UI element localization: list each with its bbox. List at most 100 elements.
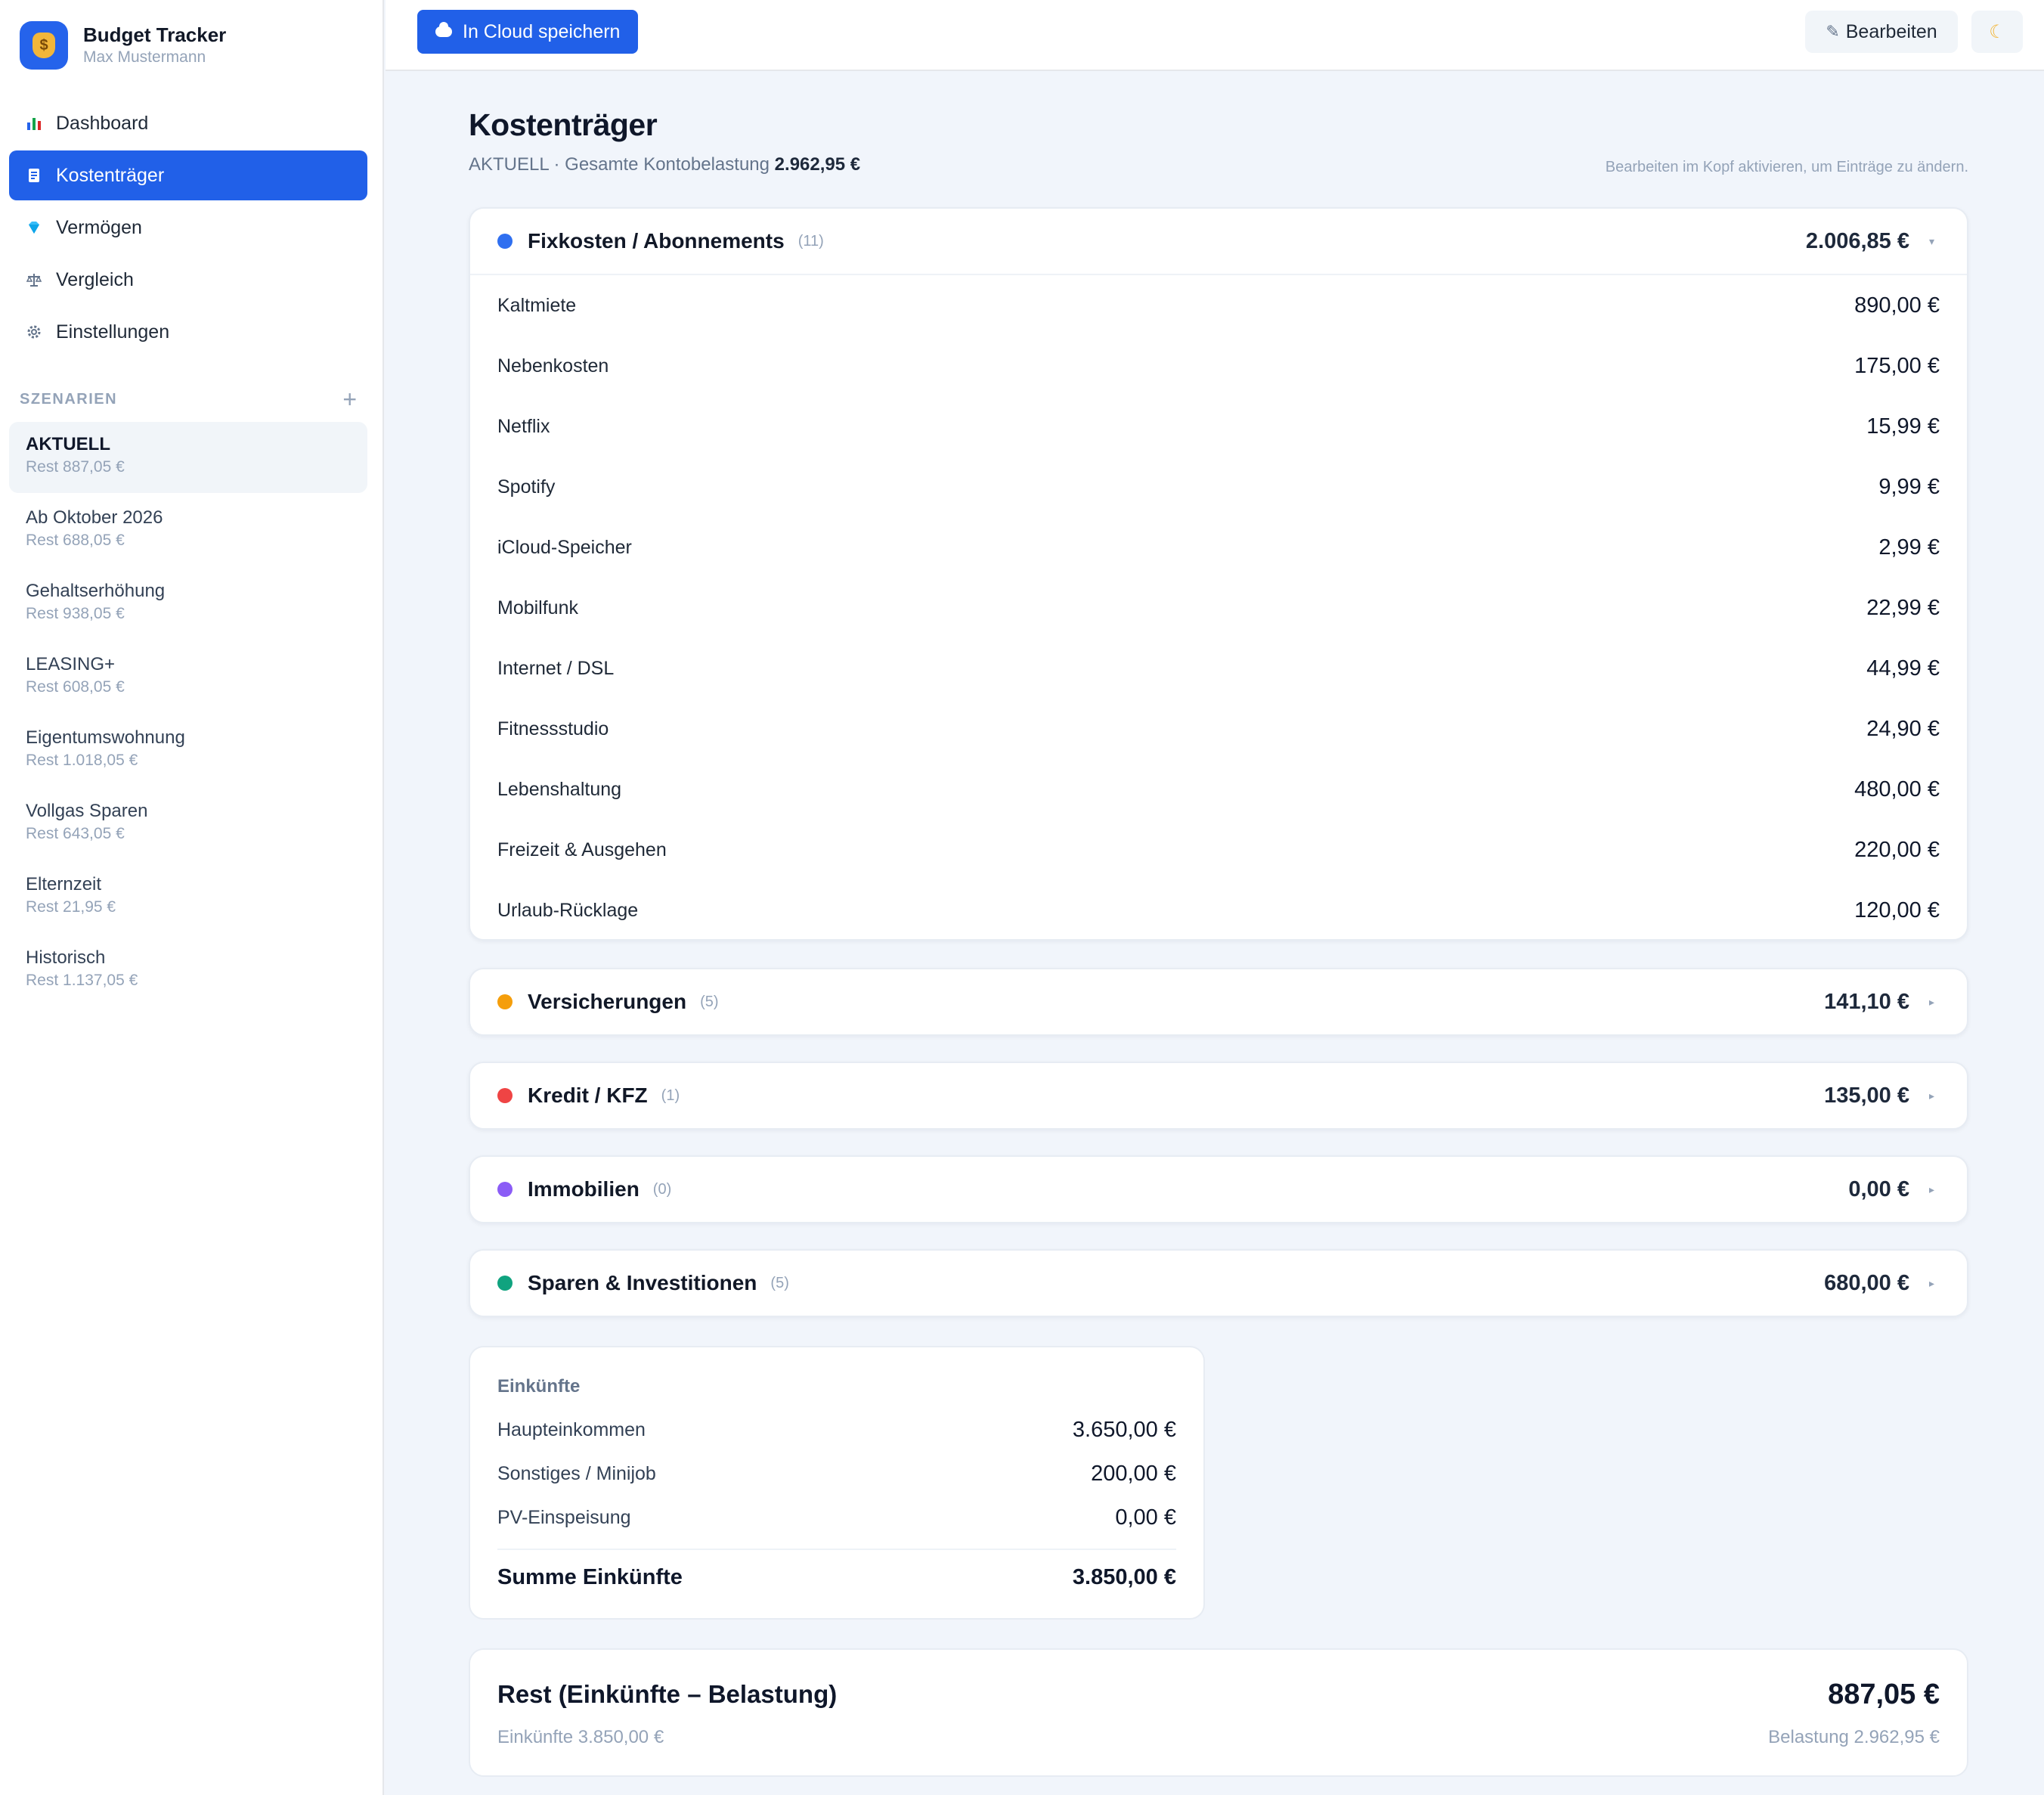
category-name: Sparen & Investitionen <box>528 1271 757 1294</box>
cost-label: Internet / DSL <box>497 657 615 679</box>
nav-label: Einstellungen <box>56 321 170 343</box>
scenario-item[interactable]: Ab Oktober 2026 Rest 688,05 € <box>9 495 367 566</box>
category-color-dot <box>497 1182 513 1197</box>
edit-hint: Bearbeiten im Kopf aktivieren, um Einträ… <box>1605 159 1968 175</box>
category-count: (1) <box>661 1087 680 1104</box>
brand: $ Budget Tracker Max Mustermann <box>20 21 226 70</box>
cost-label: Freizeit & Ausgehen <box>497 839 667 860</box>
save-to-cloud-label: In Cloud speichern <box>463 20 621 42</box>
scenario-rest: Rest 688,05 € <box>26 532 125 549</box>
moon-icon: ☾ <box>1989 21 2005 42</box>
theme-toggle-button[interactable]: ☾ <box>1971 11 2023 53</box>
cost-row: Kaltmiete 890,00 € <box>470 275 1967 336</box>
category-color-dot <box>497 994 513 1009</box>
main-nav: Dashboard Kostenträger Vermögen Vergleic… <box>9 98 367 359</box>
chevron-right-icon[interactable]: ▸ <box>1929 1090 1938 1102</box>
income-value: 200,00 € <box>1091 1461 1176 1486</box>
scenario-rest: Rest 21,95 € <box>26 898 116 916</box>
income-sum-row: Summe Einkünfte 3.850,00 € <box>497 1550 1176 1604</box>
rest-burden: Belastung 2.962,95 € <box>1768 1727 1940 1747</box>
scenario-item[interactable]: Historisch Rest 1.137,05 € <box>9 935 367 1006</box>
category-name: Versicherungen <box>528 990 687 1013</box>
scenario-name: Vollgas Sparen <box>26 801 148 821</box>
income-card: Einkünfte Haupteinkommen 3.650,00 € Sons… <box>469 1346 1205 1620</box>
cost-label: Kaltmiete <box>497 294 577 316</box>
cost-label: Spotify <box>497 476 556 498</box>
income-label: PV-Einspeisung <box>497 1506 631 1528</box>
chevron-right-icon[interactable]: ▸ <box>1929 1277 1938 1290</box>
chevron-down-icon[interactable]: ▾ <box>1929 235 1938 248</box>
pencil-icon: ✎ <box>1826 22 1840 41</box>
income-label: Sonstiges / Minijob <box>497 1462 656 1484</box>
scenario-rest: Rest 1.137,05 € <box>26 972 138 989</box>
cloud-icon <box>435 22 452 37</box>
nav-item-kostentraeger[interactable]: Kostenträger <box>9 150 367 200</box>
category-header[interactable]: Fixkosten / Abonnements (11) 2.006,85 € … <box>470 209 1967 274</box>
money-bag-icon: $ <box>20 21 68 70</box>
scenario-rest: Rest 608,05 € <box>26 678 125 696</box>
scenario-item[interactable]: LEASING+ Rest 608,05 € <box>9 642 367 713</box>
nav-item-vergleich[interactable]: Vergleich <box>9 255 367 305</box>
income-row: Sonstiges / Minijob 200,00 € <box>497 1452 1176 1496</box>
page-subtitle: AKTUELL · Gesamte Kontobelastung 2.962,9… <box>469 154 860 175</box>
category-color-dot <box>497 234 513 249</box>
category-header[interactable]: Sparen & Investitionen (5) 680,00 € ▸ <box>470 1251 1967 1316</box>
nav-item-dashboard[interactable]: Dashboard <box>9 98 367 148</box>
rest-income: Einkünfte 3.850,00 € <box>497 1727 664 1747</box>
rest-value: 887,05 € <box>1828 1679 1940 1710</box>
category-header[interactable]: Versicherungen (5) 141,10 € ▸ <box>470 969 1967 1034</box>
cost-row: Fitnessstudio 24,90 € <box>470 699 1967 759</box>
cost-value: 24,90 € <box>1866 716 1940 741</box>
cost-row: Lebenshaltung 480,00 € <box>470 759 1967 820</box>
category-sum: 680,00 € <box>1824 1270 1909 1295</box>
cost-row: Urlaub-Rücklage 120,00 € <box>470 880 1967 941</box>
scenario-name: LEASING+ <box>26 654 116 674</box>
category-count: (0) <box>652 1180 672 1198</box>
cost-label: Mobilfunk <box>497 597 578 618</box>
chevron-right-icon[interactable]: ▸ <box>1929 1183 1938 1196</box>
scenario-name: Eigentumswohnung <box>26 727 185 748</box>
save-to-cloud-button[interactable]: In Cloud speichern <box>417 10 639 54</box>
category-count: (5) <box>770 1274 789 1291</box>
scenario-rest: Rest 938,05 € <box>26 605 125 622</box>
category-sum: 2.006,85 € <box>1805 228 1909 253</box>
income-row: PV-Einspeisung 0,00 € <box>497 1496 1176 1539</box>
scenario-rest: Rest 1.018,05 € <box>26 752 138 769</box>
cost-row: Internet / DSL 44,99 € <box>470 638 1967 699</box>
scenario-item[interactable]: Elternzeit Rest 21,95 € <box>9 862 367 933</box>
cost-row: Freizeit & Ausgehen 220,00 € <box>470 820 1967 880</box>
scenario-name: Historisch <box>26 947 106 968</box>
add-scenario-button[interactable]: + <box>342 387 357 411</box>
edit-button[interactable]: ✎ Bearbeiten <box>1805 11 1958 53</box>
cost-row: Mobilfunk 22,99 € <box>470 578 1967 638</box>
category-color-dot <box>497 1088 513 1103</box>
income-value: 3.650,00 € <box>1072 1417 1176 1442</box>
cost-label: Nebenkosten <box>497 355 609 377</box>
cost-row: iCloud-Speicher 2,99 € <box>470 517 1967 578</box>
chevron-right-icon[interactable]: ▸ <box>1929 996 1938 1009</box>
cost-value: 15,99 € <box>1866 414 1940 439</box>
category-header[interactable]: Immobilien (0) 0,00 € ▸ <box>470 1157 1967 1222</box>
nav-item-einstellungen[interactable]: Einstellungen <box>9 307 367 357</box>
cost-value: 2,99 € <box>1878 535 1940 560</box>
total-burden: 2.962,95 € <box>774 154 861 175</box>
income-title: Einkünfte <box>497 1376 581 1397</box>
category-card-versicherungen: Versicherungen (5) 141,10 € ▸ <box>469 968 1968 1036</box>
scenario-item[interactable]: Eigentumswohnung Rest 1.018,05 € <box>9 715 367 786</box>
cost-label: Urlaub-Rücklage <box>497 899 639 921</box>
scenario-item[interactable]: Gehaltserhöhung Rest 938,05 € <box>9 569 367 640</box>
gem-icon <box>26 219 56 236</box>
subtitle-prefix: AKTUELL · Gesamte Kontobelastung <box>469 154 770 175</box>
cost-row: Netflix 15,99 € <box>470 396 1967 457</box>
income-row: Haupteinkommen 3.650,00 € <box>497 1408 1176 1452</box>
cost-value: 175,00 € <box>1854 353 1940 378</box>
category-header[interactable]: Kredit / KFZ (1) 135,00 € ▸ <box>470 1063 1967 1128</box>
cost-value: 9,99 € <box>1878 474 1940 499</box>
app-title: Budget Tracker <box>83 23 227 46</box>
cost-label: Fitnessstudio <box>497 718 609 739</box>
scenario-item[interactable]: Vollgas Sparen Rest 643,05 € <box>9 789 367 860</box>
nav-item-vermoegen[interactable]: Vermögen <box>9 203 367 253</box>
category-sum: 0,00 € <box>1848 1177 1909 1201</box>
cost-value: 22,99 € <box>1866 595 1940 620</box>
scenario-item[interactable]: AKTUELL Rest 887,05 € <box>9 422 367 493</box>
